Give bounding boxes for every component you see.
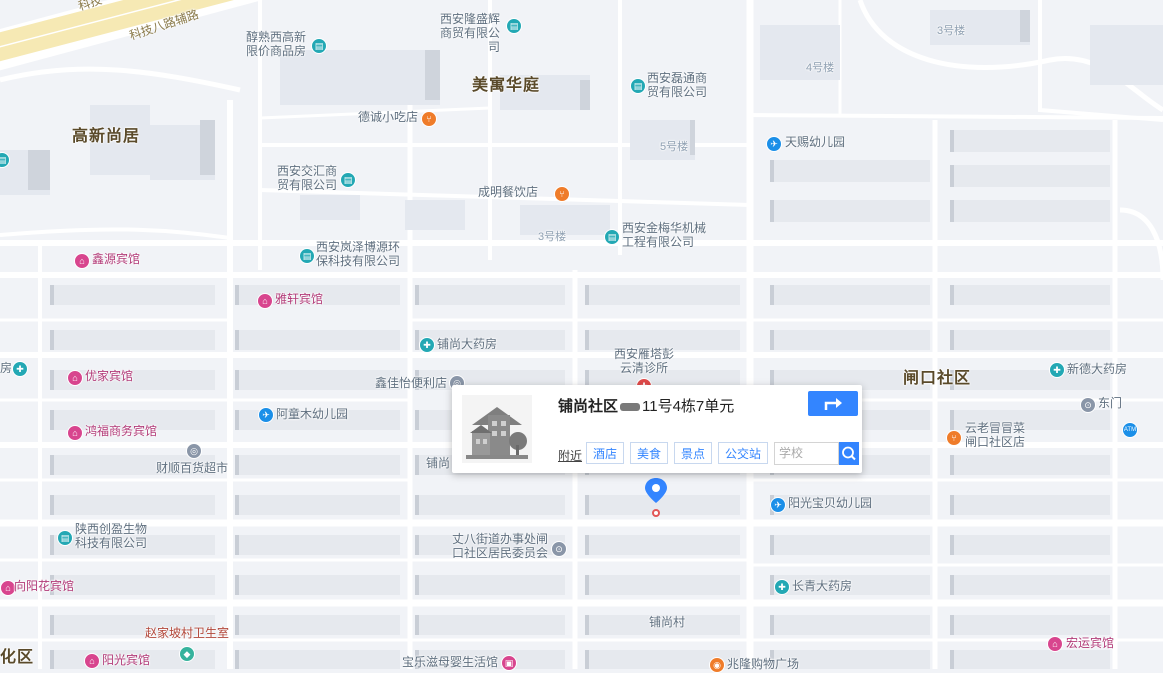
poi-label[interactable]: 阳光宾馆 (102, 653, 150, 667)
hotel-icon[interactable]: ⌂ (1047, 636, 1063, 652)
building-label: 4号楼 (806, 62, 835, 74)
poi-label[interactable]: 铺尚大药房 (437, 337, 497, 351)
nearby-bus-button[interactable]: 公交站 (718, 442, 768, 464)
popup-title-address: 11号4栋7单元 (642, 398, 735, 415)
restaurant-icon[interactable]: ⑂ (946, 430, 962, 446)
store-icon[interactable]: ◉ (709, 657, 725, 673)
poi-label[interactable]: 铺尚 (426, 456, 450, 470)
poi-label[interactable]: 德诚小吃店 (358, 110, 418, 124)
location-popup: 铺尚社区 11号4栋7单元 附近 酒店 美食 景点 公交站 学校 (452, 385, 862, 473)
poi-label[interactable]: 鸿福商务宾馆 (85, 424, 157, 438)
restaurant-icon[interactable]: ⑂ (554, 186, 570, 202)
building-label: 3号楼 (538, 231, 567, 243)
nearby-food-button[interactable]: 美食 (630, 442, 668, 464)
pharmacy-icon[interactable]: ✚ (12, 361, 28, 377)
poi-label[interactable]: 房 (0, 361, 12, 375)
pharmacy-icon[interactable]: ✚ (774, 579, 790, 595)
hotel-icon[interactable]: ⌂ (67, 425, 83, 441)
pharmacy-icon[interactable]: ✚ (419, 337, 435, 353)
search-button[interactable] (839, 442, 859, 465)
map-canvas[interactable] (0, 0, 1163, 669)
hotel-icon[interactable]: ⌂ (74, 253, 90, 269)
building-label: 5号楼 (660, 141, 689, 153)
poi-label[interactable]: 阳光宝贝幼儿园 (788, 496, 872, 510)
company-icon[interactable]: ▤ (630, 78, 646, 94)
district-label-hua: 化区 (0, 649, 35, 666)
restaurant-icon[interactable]: ⑂ (421, 111, 437, 127)
poi-label[interactable]: 阿童木幼儿园 (276, 407, 348, 421)
poi-label[interactable]: 醇熟西高新限价商品房 (236, 30, 306, 58)
company-icon[interactable]: ▤ (311, 38, 327, 54)
district-label-zhakou: 闸口社区 (903, 370, 972, 387)
nearby-hotel-button[interactable]: 酒店 (586, 442, 624, 464)
pharmacy-icon[interactable]: ✚ (1049, 362, 1065, 378)
district-label-gaoxin: 高新尚居 (72, 128, 141, 145)
atm-icon[interactable]: ATM (1122, 422, 1138, 438)
government-icon[interactable]: ⊙ (551, 541, 567, 557)
poi-label[interactable]: 宏运宾馆 (1066, 636, 1114, 650)
route-button[interactable] (808, 391, 858, 416)
poi-label[interactable]: 云老冒冒菜闸口社区店 (965, 421, 1027, 449)
kindergarten-icon[interactable]: ✈ (766, 136, 782, 152)
poi-label[interactable]: 宝乐滋母婴生活馆 (402, 655, 498, 669)
poi-label[interactable]: 东门 (1098, 396, 1122, 410)
search-icon (842, 446, 856, 461)
nearby-sights-button[interactable]: 景点 (674, 442, 712, 464)
nearby-label[interactable]: 附近 (558, 447, 582, 464)
poi-label[interactable]: 长青大药房 (792, 579, 852, 593)
poi-label[interactable]: 西安磊通商贸有限公司 (647, 71, 713, 99)
hotel-icon[interactable]: ⌂ (84, 653, 100, 669)
poi-label[interactable]: 天赐幼儿园 (785, 135, 845, 149)
gate-icon[interactable]: ⊙ (1080, 397, 1096, 413)
company-icon[interactable]: ▤ (506, 18, 522, 34)
company-icon[interactable]: ▤ (57, 530, 73, 546)
poi-label[interactable]: 新德大药房 (1067, 362, 1127, 376)
poi-label[interactable]: 西安岚泽博源环保科技有限公司 (316, 240, 406, 268)
poi-label[interactable]: 鑫佳怡便利店 (375, 376, 447, 390)
poi-label[interactable]: 西安雁塔彭云清诊所 (612, 347, 676, 375)
building-label: 3号楼 (937, 25, 966, 37)
poi-label[interactable]: 西安金梅华机械工程有限公司 (622, 221, 712, 249)
poi-label[interactable]: 优家宾馆 (85, 369, 133, 383)
poi-label[interactable]: 丈八街道办事处闸口社区居民委员会 (448, 532, 548, 560)
company-icon[interactable]: ▤ (604, 229, 620, 245)
popup-title: 铺尚社区 11号4栋7单元 (558, 395, 734, 416)
poi-label[interactable]: 陕西创盈生物科技有限公司 (75, 522, 151, 550)
route-arrow-icon (824, 398, 842, 410)
building-thumbnail (462, 395, 532, 463)
nearby-search-input[interactable]: 学校 (774, 442, 839, 465)
poi-label[interactable]: 财顺百货超市 (156, 461, 228, 475)
district-label-meiyu: 美寓华庭 (472, 77, 541, 94)
redaction-mark (620, 403, 641, 412)
poi-label[interactable]: 雅轩宾馆 (275, 292, 323, 306)
poi-label[interactable]: 西安交汇商贸有限公司 (275, 164, 337, 192)
company-icon[interactable]: ▤ (299, 248, 315, 264)
poi-label[interactable]: 赵家坡村卫生室 (145, 626, 229, 640)
poi-label[interactable]: 鑫源宾馆 (92, 252, 140, 266)
clinic-icon[interactable]: ◆ (179, 646, 195, 662)
location-pin-icon[interactable] (644, 477, 668, 519)
poi-label[interactable]: 西安隆盛辉商贸有限公司 (430, 12, 500, 54)
hotel-icon[interactable]: ⌂ (67, 370, 83, 386)
company-icon[interactable]: ▤ (340, 172, 356, 188)
popup-title-community: 铺尚社区 (558, 398, 619, 415)
hotel-icon[interactable]: ⌂ (257, 293, 273, 309)
kindergarten-icon[interactable]: ✈ (770, 497, 786, 513)
poi-label[interactable]: 铺尚村 (649, 615, 685, 629)
poi-label[interactable]: 向阳花宾馆 (14, 579, 74, 593)
poi-label[interactable]: 成明餐饮店 (478, 185, 538, 199)
store-icon[interactable]: ◎ (186, 443, 202, 459)
kindergarten-icon[interactable]: ✈ (258, 407, 274, 423)
